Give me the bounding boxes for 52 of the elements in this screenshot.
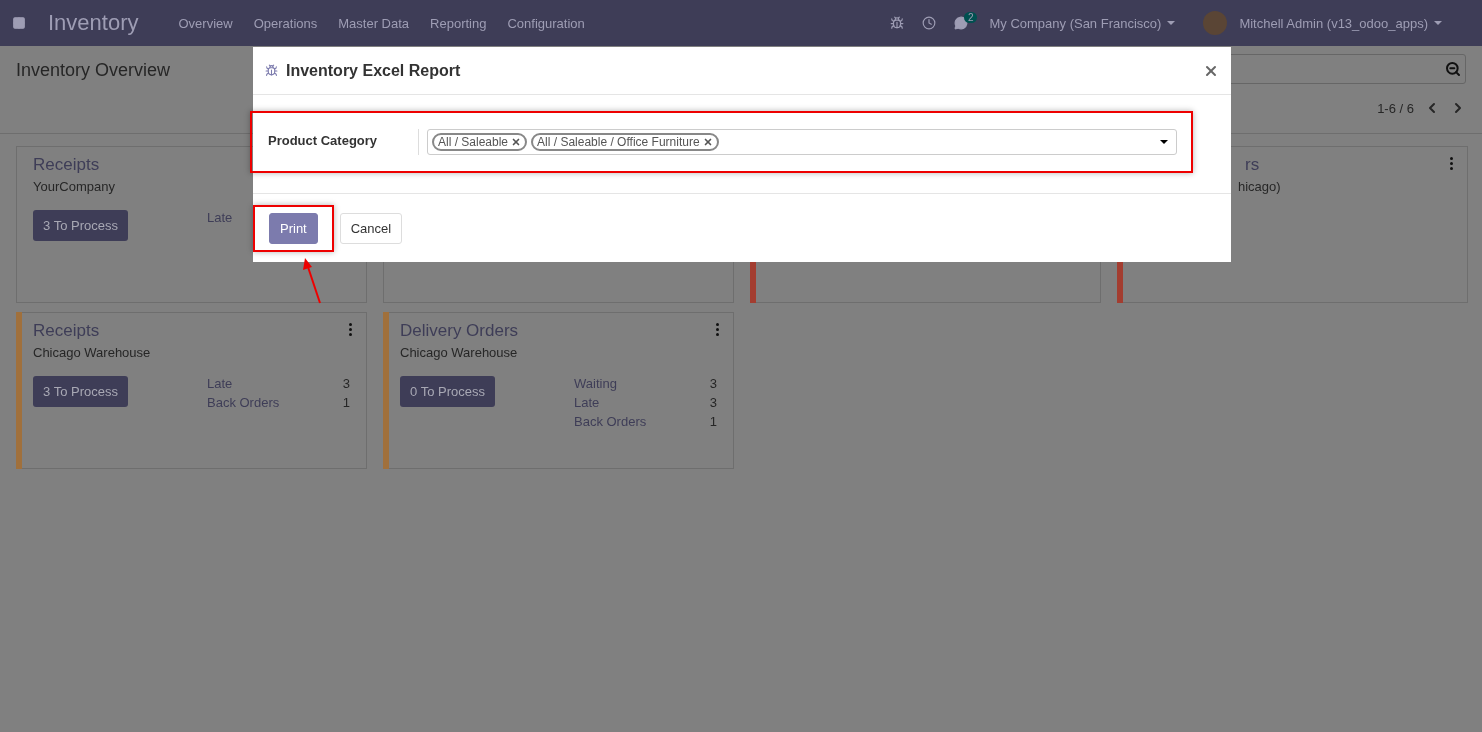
stat-value: 3 <box>342 376 350 391</box>
stat-value: 3 <box>709 395 717 410</box>
stat-value: 3 <box>709 376 717 391</box>
page-title: Inventory Overview <box>16 60 171 81</box>
company-switcher[interactable]: My Company (San Francisco) <box>989 15 1176 31</box>
stat-label[interactable]: Late <box>574 395 710 410</box>
bug-icon <box>265 64 278 77</box>
card-title[interactable]: Delivery Orders <box>400 321 519 341</box>
card-subtitle: Chicago Warehouse <box>400 345 518 360</box>
category-tag: All / Saleable <box>432 133 528 151</box>
remove-icon[interactable] <box>511 137 522 147</box>
stat-label[interactable]: Waiting <box>574 376 710 391</box>
more-options-icon[interactable] <box>716 323 719 336</box>
message-count-badge: 2 <box>963 11 978 23</box>
nav-menu-item[interactable]: Overview <box>178 15 233 31</box>
category-tag: All / Saleable / Office Furniture <box>531 133 719 151</box>
card-subtitle: YourCompany <box>33 179 115 194</box>
stat-value: 1 <box>342 395 350 410</box>
chat-icon[interactable] <box>953 16 968 30</box>
card-subtitle: Chicago Warehouse <box>33 345 151 360</box>
user-avatar <box>1203 11 1228 35</box>
nav-menu-item[interactable]: Master Data <box>338 15 410 31</box>
cancel-button[interactable]: Cancel <box>339 212 403 244</box>
pager-value: 1-6 / 6 <box>1377 100 1414 116</box>
stat-label[interactable]: Back Orders <box>207 395 343 410</box>
nav-menu-item[interactable]: Configuration <box>507 15 585 31</box>
card-title[interactable]: Receipts <box>33 321 100 341</box>
to-process-button[interactable]: 0 To Process <box>400 376 495 407</box>
apps-menu-icon[interactable] <box>12 16 26 30</box>
dialog-title: Inventory Excel Report <box>286 61 462 80</box>
print-button[interactable]: Print <box>269 212 318 244</box>
clock-icon[interactable] <box>921 16 936 30</box>
card-title[interactable]: Receipts <box>33 155 100 175</box>
stat-label[interactable]: Late <box>207 376 343 391</box>
stat-label[interactable]: Back Orders <box>574 414 710 429</box>
card-subtitle: hicago) <box>1238 179 1281 194</box>
caret-icon[interactable] <box>1160 140 1168 144</box>
stat-value: 1 <box>709 414 717 429</box>
app-title: Inventory <box>48 10 139 36</box>
card-title[interactable]: rs <box>1245 155 1260 175</box>
more-options-icon[interactable] <box>1450 157 1453 170</box>
field-label: Product Category <box>268 132 379 148</box>
category-select-field[interactable]: All / Saleable All / Saleable / Office Furniture <box>427 129 1177 155</box>
to-process-button[interactable]: 3 To Process <box>33 210 128 241</box>
to-process-button[interactable]: 3 To Process <box>33 376 128 407</box>
more-options-icon[interactable] <box>349 323 352 336</box>
remove-icon[interactable] <box>702 137 713 147</box>
nav-menu-item[interactable]: Operations <box>253 15 318 31</box>
nav-menu-item[interactable]: Reporting <box>430 15 487 31</box>
search-icon[interactable] <box>1445 61 1461 77</box>
bug-icon[interactable] <box>889 16 904 30</box>
user-menu[interactable]: Mitchell Admin (v13_odoo_apps) <box>1239 15 1442 31</box>
